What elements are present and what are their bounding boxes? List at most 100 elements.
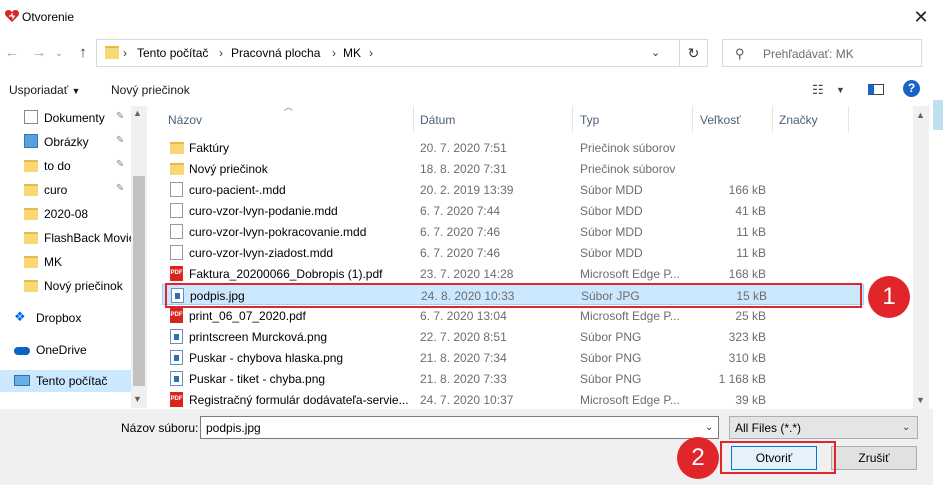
view-dropdown-caret-icon[interactable]: ▼ — [836, 85, 845, 95]
list-item[interactable]: curo-vzor-lvyn-podanie.mdd 6. 7. 2020 7:… — [162, 200, 864, 221]
file-name: curo-vzor-lvyn-pokracovanie.mdd — [189, 225, 367, 239]
file-name: Registračný formulár dodávateľa-servie..… — [189, 393, 409, 407]
folder-icon — [105, 46, 119, 59]
breadcrumb-separator-icon: › — [369, 46, 373, 60]
list-item[interactable]: PDF print_06_07_2020.pdf 6. 7. 2020 13:0… — [162, 305, 864, 326]
column-divider[interactable] — [772, 106, 773, 132]
list-item[interactable]: PDF Registračný formulár dodávateľa-serv… — [162, 389, 864, 409]
refresh-icon[interactable]: ↻ — [679, 40, 707, 66]
search-input[interactable]: ⚲ Prehľadávať: MK — [722, 39, 922, 67]
list-item[interactable]: Puskar - tiket - chyba.png 21. 8. 2020 7… — [162, 368, 864, 389]
onedrive-icon — [14, 347, 30, 355]
file-size: 1 168 kB — [718, 372, 766, 386]
sidebar-item-this-pc[interactable]: Tento počítač — [0, 370, 131, 392]
sidebar-item-dropbox[interactable]: ❖ Dropbox — [0, 307, 131, 329]
navigation-pane: Dokumenty ✎ Obrázky ✎ to do ✎ curo ✎ 202… — [0, 106, 147, 408]
file-type: Microsoft Edge P... — [580, 309, 680, 323]
file-date: 18. 8. 2020 7:31 — [420, 162, 507, 176]
sidebar-item-label: curo — [44, 183, 68, 197]
file-date: 6. 7. 2020 13:04 — [420, 309, 507, 323]
column-divider[interactable] — [848, 106, 849, 132]
file-icon — [170, 203, 183, 218]
column-divider[interactable] — [572, 106, 573, 132]
column-header-size[interactable]: Veľkosť — [700, 113, 741, 127]
filename-input[interactable]: podpis.jpg — [200, 416, 719, 439]
cancel-button[interactable]: Zrušiť — [831, 446, 917, 470]
forward-arrow-icon[interactable]: → — [30, 44, 48, 62]
sidebar-item-label: MK — [44, 255, 62, 269]
file-type: Súbor MDD — [580, 204, 643, 218]
sidebar-item-flashback-movie[interactable]: FlashBack Movie — [0, 227, 135, 249]
pin-icon: ✎ — [116, 111, 125, 122]
window-title: Otvorenie — [22, 10, 75, 24]
file-type: Súbor PNG — [580, 351, 642, 365]
sidebar-item-to-do[interactable]: to do ✎ — [0, 155, 131, 177]
file-type-filter-select[interactable]: All Files (*.*) ⌄ — [729, 416, 918, 439]
sidebar-item-mk[interactable]: MK — [0, 251, 131, 273]
sidebar-item-pictures[interactable]: Obrázky ✎ — [0, 131, 131, 153]
sidebar-item-documents[interactable]: Dokumenty ✎ — [0, 107, 131, 129]
breadcrumb-this-pc[interactable]: Tento počítač — [137, 46, 208, 60]
file-list-scrollbar[interactable] — [913, 106, 929, 409]
preview-pane-icon[interactable] — [868, 84, 884, 95]
list-item[interactable]: curo-vzor-lvyn-pokracovanie.mdd 6. 7. 20… — [162, 221, 864, 242]
help-icon[interactable]: ? — [903, 80, 920, 97]
scroll-up-arrow-icon[interactable]: ▲ — [916, 110, 925, 120]
chevron-down-icon[interactable]: ⌄ — [651, 46, 660, 59]
file-name: curo-vzor-lvyn-podanie.mdd — [189, 204, 338, 218]
sidebar-item-label: Nový priečinok — [44, 279, 123, 293]
column-header-name[interactable]: Názov — [168, 113, 202, 127]
sidebar-item-onedrive[interactable]: OneDrive — [0, 339, 131, 361]
sidebar-item-curo[interactable]: curo ✎ — [0, 179, 131, 201]
breadcrumb-mk[interactable]: MK — [343, 46, 361, 60]
folder-icon — [24, 184, 38, 196]
list-item[interactable]: Nový priečinok 18. 8. 2020 7:31 Priečino… — [162, 158, 864, 179]
folder-icon — [24, 208, 38, 220]
column-divider[interactable] — [692, 106, 693, 132]
navigation-scrollbar-thumb[interactable] — [133, 176, 145, 386]
close-icon[interactable]: ✕ — [906, 4, 936, 30]
column-header-date[interactable]: Dátum — [420, 113, 455, 127]
command-toolbar: Usporiadať ▼ Nový priečinok ☷ ▼ — [0, 72, 943, 106]
sidebar-item-label: FlashBack Movie — [44, 231, 136, 245]
caret-down-icon: ▼ — [71, 86, 81, 96]
list-item[interactable]: curo-vzor-lvyn-ziadost.mdd 6. 7. 2020 7:… — [162, 242, 864, 263]
list-item[interactable]: printscreen Murcková.png 22. 7. 2020 8:5… — [162, 326, 864, 347]
list-item[interactable]: Puskar - chybova hlaska.png 21. 8. 2020 … — [162, 347, 864, 368]
pdf-icon: PDF — [170, 266, 183, 281]
column-header-type[interactable]: Typ — [580, 113, 599, 127]
column-divider[interactable] — [413, 106, 414, 132]
column-header-tags[interactable]: Značky — [779, 113, 818, 127]
scroll-down-arrow-icon[interactable]: ▼ — [133, 394, 142, 404]
chevron-down-icon: ⌄ — [902, 422, 911, 433]
file-name: printscreen Murcková.png — [189, 330, 328, 344]
file-name: Puskar - chybova hlaska.png — [189, 351, 344, 365]
folder-icon — [170, 163, 184, 175]
breadcrumb-separator-icon: › — [332, 46, 336, 60]
sidebar-item-label: 2020-08 — [44, 207, 89, 221]
recent-locations-chevron-icon[interactable]: ⌄ — [50, 44, 68, 62]
breadcrumb-desktop[interactable]: Pracovná plocha — [231, 46, 320, 60]
scroll-up-arrow-icon[interactable]: ▲ — [133, 108, 142, 118]
list-item[interactable]: curo-pacient-.mdd 20. 2. 2019 13:39 Súbo… — [162, 179, 864, 200]
sidebar-item-new-folder[interactable]: Nový priečinok — [0, 275, 131, 297]
sidebar-item-label: OneDrive — [36, 343, 87, 357]
new-folder-button[interactable]: Nový priečinok — [111, 83, 190, 97]
up-arrow-icon[interactable]: ↑ — [74, 44, 92, 62]
filter-value: All Files (*.*) — [735, 421, 802, 435]
file-date: 20. 2. 2019 13:39 — [420, 183, 514, 197]
file-name: Puskar - tiket - chyba.png — [189, 372, 326, 386]
sidebar-item-2020-08[interactable]: 2020-08 — [0, 203, 131, 225]
scroll-down-arrow-icon[interactable]: ▼ — [916, 395, 925, 405]
step-badge-2: 2 — [677, 437, 719, 479]
list-item[interactable]: PDF Faktura_20200066_Dobropis (1).pdf 23… — [162, 263, 864, 284]
address-bar[interactable]: › Tento počítač › Pracovná plocha › MK › — [96, 39, 708, 67]
list-item[interactable]: Faktúry 20. 7. 2020 7:51 Priečinok súbor… — [162, 137, 864, 158]
filename-label: Názov súboru: — [121, 421, 199, 435]
highlight-box-open-button — [720, 441, 836, 474]
folder-icon — [170, 142, 184, 154]
chevron-down-icon[interactable]: ⌄ — [705, 422, 713, 433]
view-options-icon[interactable]: ☷ — [812, 82, 824, 98]
organize-button[interactable]: Usporiadať ▼ — [9, 83, 80, 97]
back-arrow-icon[interactable]: ← — [3, 44, 21, 62]
